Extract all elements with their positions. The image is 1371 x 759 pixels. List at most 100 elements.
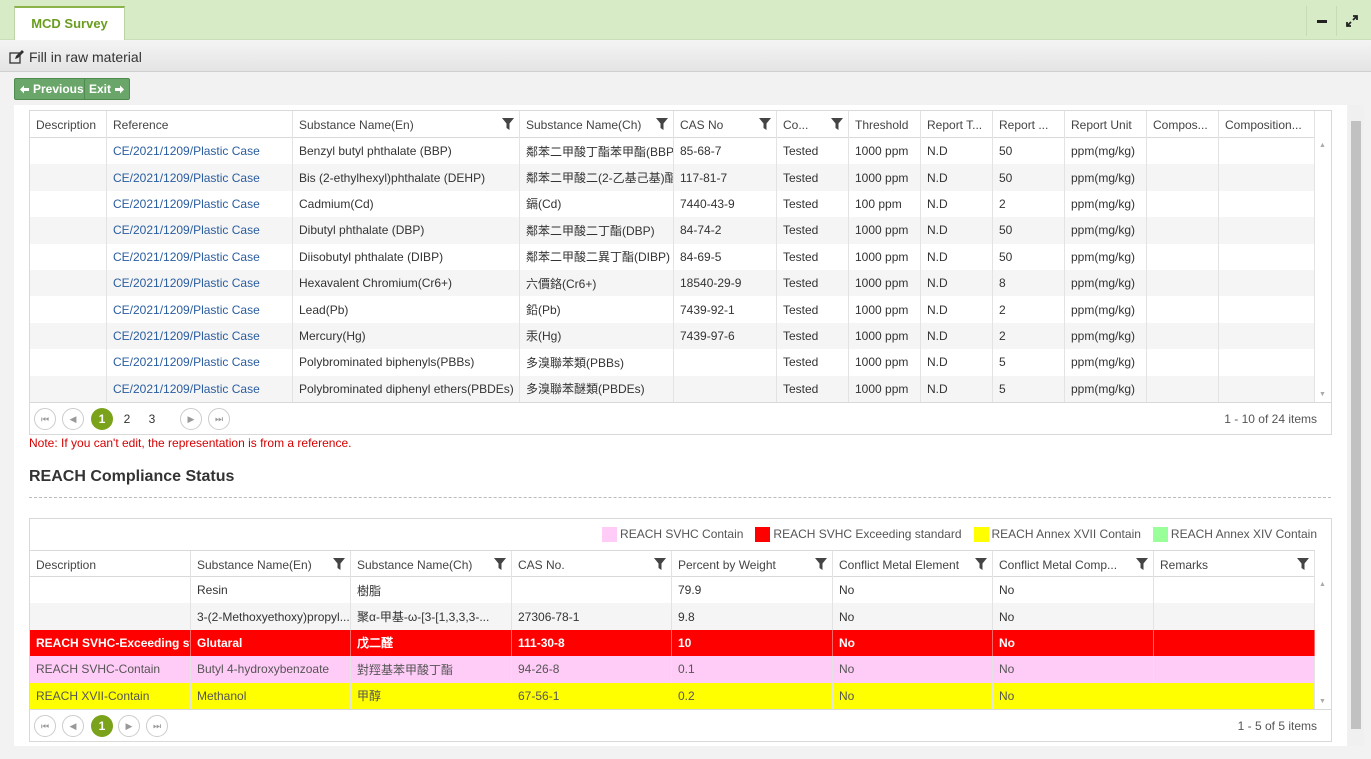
exit-button[interactable]: Exit (84, 78, 131, 100)
column-header[interactable]: Substance Name(Ch) (351, 551, 512, 578)
filter-icon[interactable] (815, 558, 827, 570)
table-cell (1219, 243, 1315, 270)
page-number-button[interactable]: 1 (91, 408, 113, 430)
table-row[interactable]: REACH XVII-Contain Methanol 甲醇 67-56-1 0.2 No… (30, 682, 1315, 709)
table-row[interactable]: REACH SVHC-Contain Butyl 4-hydroxybenzoat… (30, 656, 1315, 683)
page-number-button[interactable]: 2 (116, 408, 138, 430)
column-header[interactable]: Substance Name(Ch) (520, 111, 674, 138)
grid-scrollbar[interactable]: ▲ ▼ (1315, 138, 1331, 402)
column-header[interactable]: CAS No (674, 111, 777, 138)
table-row[interactable]: CE/2021/1209/Plastic Case Polybrominated … (30, 349, 1315, 376)
previous-button[interactable]: Previous (14, 78, 89, 100)
filter-icon[interactable] (502, 118, 514, 130)
table-cell: 2 (993, 190, 1065, 218)
column-header[interactable]: CAS No. (512, 551, 672, 578)
table-row[interactable]: Resin 樹脂 79.9 No No (30, 577, 1315, 604)
table-cell[interactable]: CE/2021/1209/Plastic Case (107, 217, 293, 244)
next-page-icon[interactable]: ▶ (118, 715, 140, 737)
reach-grid-scrollbar[interactable]: ▲ ▼ (1315, 577, 1331, 709)
column-header[interactable]: Percent by Weight (672, 551, 833, 578)
table-cell[interactable]: CE/2021/1209/Plastic Case (107, 270, 293, 297)
table-row[interactable]: 3-(2-Methoxyethoxy)propyl... 聚α-甲基-ω-[3-[… (30, 603, 1315, 630)
legend-label: REACH SVHC Exceeding standard (773, 527, 962, 541)
table-cell: 1000 ppm (849, 164, 921, 191)
table-cell: Tested (777, 322, 849, 350)
table-cell: 鄰苯二甲酸二(2-乙基己基)酯(DEHP) (520, 164, 674, 191)
table-cell (30, 603, 191, 630)
filter-icon[interactable] (333, 558, 345, 570)
table-row[interactable]: CE/2021/1209/Plastic Case Mercury(Hg) 汞(Hg… (30, 322, 1315, 350)
table-cell: N.D (921, 190, 993, 218)
table-cell: Resin (191, 577, 351, 604)
filter-icon[interactable] (759, 118, 771, 130)
column-header[interactable]: Report Unit (1065, 111, 1147, 138)
filter-icon[interactable] (654, 558, 666, 570)
column-header-label: Report Unit (1071, 117, 1132, 132)
first-page-icon[interactable]: ⏮ (34, 715, 56, 737)
legend-label: REACH SVHC Contain (620, 527, 744, 541)
page-number-button[interactable]: 1 (91, 715, 113, 737)
filter-icon[interactable] (975, 558, 987, 570)
last-page-icon[interactable]: ⏭ (208, 408, 230, 430)
table-row[interactable]: REACH SVHC-Exceeding standardGlutaral戊二醛… (30, 629, 1315, 657)
filter-icon[interactable] (494, 558, 506, 570)
table-row[interactable]: CE/2021/1209/Plastic Case Cadmium(Cd) 鎘(Cd… (30, 190, 1315, 218)
table-row[interactable]: CE/2021/1209/Plastic Case Lead(Pb) 鉛(Pb) 74… (30, 296, 1315, 323)
column-header[interactable]: Co... (777, 111, 849, 138)
table-cell: N.D (921, 243, 993, 270)
table-row[interactable]: CE/2021/1209/Plastic Case Benzyl butyl ph… (30, 138, 1315, 165)
table-row[interactable]: CE/2021/1209/Plastic Case Dibutyl phthala… (30, 217, 1315, 244)
table-cell[interactable]: CE/2021/1209/Plastic Case (107, 164, 293, 191)
filter-icon[interactable] (656, 118, 668, 130)
table-row[interactable]: CE/2021/1209/Plastic Case Polybrominated … (30, 375, 1315, 402)
column-header[interactable]: Description (30, 551, 191, 578)
tab-mcd-survey[interactable]: MCD Survey (14, 6, 125, 41)
first-page-icon[interactable]: ⏮ (34, 408, 56, 430)
table-cell: 27306-78-1 (512, 603, 672, 630)
table-cell: N.D (921, 349, 993, 376)
table-cell: Tested (777, 296, 849, 323)
column-header[interactable]: Report T... (921, 111, 993, 138)
column-header[interactable]: Remarks (1154, 551, 1315, 578)
page-number-button[interactable]: 3 (141, 408, 163, 430)
column-header[interactable]: Reference (107, 111, 293, 138)
table-row[interactable]: CE/2021/1209/Plastic Case Diisobutyl phth… (30, 243, 1315, 270)
last-page-icon[interactable]: ⏭ (146, 715, 168, 737)
filter-icon[interactable] (831, 118, 843, 130)
expand-button[interactable] (1336, 6, 1366, 36)
filter-icon[interactable] (1136, 558, 1148, 570)
column-header[interactable]: Compos... (1147, 111, 1219, 138)
edit-icon (9, 50, 24, 64)
page-scrollbar[interactable] (1348, 105, 1364, 746)
column-header[interactable]: Conflict Metal Comp... (993, 551, 1154, 578)
table-cell: 3-(2-Methoxyethoxy)propyl... (191, 603, 351, 630)
column-header[interactable]: Substance Name(En) (293, 111, 520, 138)
filter-icon[interactable] (1297, 558, 1309, 570)
table-cell: 100 ppm (849, 190, 921, 218)
column-header-label: Report T... (927, 117, 983, 132)
table-cell: 18540-29-9 (674, 270, 777, 297)
column-header[interactable]: Composition... (1219, 111, 1315, 138)
column-header[interactable]: Conflict Metal Element (833, 551, 993, 578)
table-cell[interactable]: CE/2021/1209/Plastic Case (107, 375, 293, 402)
table-cell[interactable]: CE/2021/1209/Plastic Case (107, 138, 293, 165)
table-row[interactable]: CE/2021/1209/Plastic Case Hexavalent Chro… (30, 270, 1315, 297)
minimize-button[interactable] (1306, 6, 1336, 36)
table-cell[interactable]: CE/2021/1209/Plastic Case (107, 322, 293, 350)
table-cell[interactable]: CE/2021/1209/Plastic Case (107, 349, 293, 376)
table-cell: 汞(Hg) (520, 322, 674, 350)
table-cell[interactable]: CE/2021/1209/Plastic Case (107, 190, 293, 218)
table-row[interactable]: CE/2021/1209/Plastic Case Bis (2-ethylhex… (30, 164, 1315, 191)
column-header[interactable]: Report ... (993, 111, 1065, 138)
table-cell: 多溴聯苯醚類(PBDEs) (520, 375, 674, 402)
column-header[interactable]: Threshold (849, 111, 921, 138)
table-cell[interactable]: CE/2021/1209/Plastic Case (107, 243, 293, 270)
prev-page-icon[interactable]: ◀ (62, 408, 84, 430)
table-cell[interactable]: CE/2021/1209/Plastic Case (107, 296, 293, 323)
column-header[interactable]: Description (30, 111, 107, 138)
previous-label: Previous (33, 82, 84, 96)
prev-page-icon[interactable]: ◀ (62, 715, 84, 737)
table-cell: ppm(mg/kg) (1065, 375, 1147, 402)
next-page-icon[interactable]: ▶ (180, 408, 202, 430)
column-header[interactable]: Substance Name(En) (191, 551, 351, 578)
